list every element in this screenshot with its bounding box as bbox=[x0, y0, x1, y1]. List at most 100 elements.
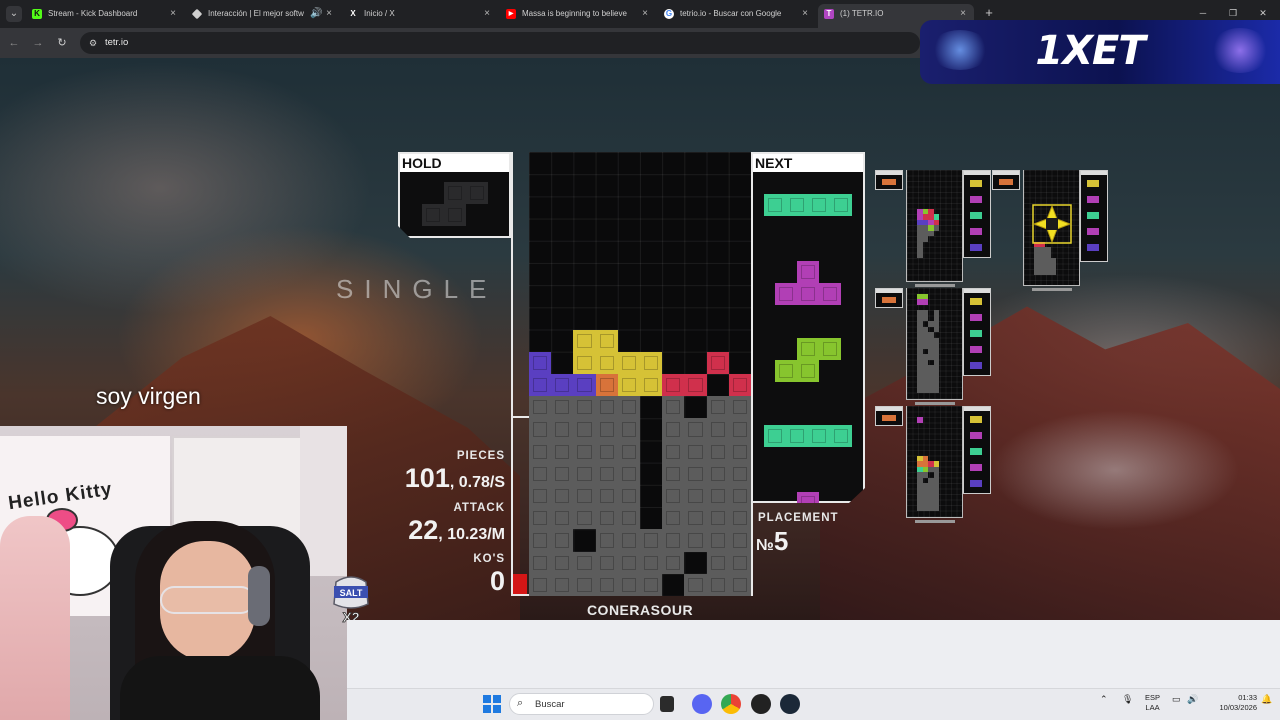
microphone-icon[interactable]: 🎙 bbox=[1122, 694, 1133, 705]
language-indicator[interactable]: ESP LAA bbox=[1145, 693, 1160, 713]
reload-icon[interactable]: ↻ bbox=[54, 35, 70, 51]
tab-close-icon[interactable]: × bbox=[800, 4, 810, 24]
board-cell bbox=[573, 374, 596, 397]
opponent-next-piece bbox=[1087, 228, 1099, 235]
garbage-cell bbox=[662, 418, 685, 441]
tab-x-inicio[interactable]: X Inicio / X × bbox=[342, 4, 498, 26]
target-star-icon bbox=[1032, 204, 1072, 244]
placement-prefix: № bbox=[756, 537, 774, 554]
tab-close-icon[interactable]: × bbox=[324, 4, 334, 24]
pieces-rate: 0.78/S bbox=[458, 474, 505, 491]
garbage-cell bbox=[640, 573, 663, 596]
site-info-icon[interactable]: ⚙ bbox=[87, 37, 99, 49]
new-tab-button[interactable]: + bbox=[982, 5, 996, 21]
discord-icon[interactable] bbox=[692, 694, 712, 714]
garbage-cell bbox=[706, 396, 729, 419]
taskbar-clock[interactable]: 01:33 10/03/2026 bbox=[1205, 693, 1257, 713]
sponsor-logo: 1XET bbox=[1035, 28, 1145, 74]
tab-close-icon[interactable]: × bbox=[640, 4, 650, 24]
diamond-icon bbox=[191, 8, 203, 20]
garbage-cell bbox=[728, 551, 751, 574]
garbage-cell bbox=[706, 485, 729, 508]
back-icon[interactable]: ← bbox=[6, 35, 22, 51]
next-queue: NEXT bbox=[751, 152, 865, 503]
garbage-cell bbox=[551, 551, 574, 574]
notification-icon[interactable]: 🔔 bbox=[1261, 694, 1272, 705]
garbage-cell bbox=[595, 529, 618, 552]
steam-icon[interactable] bbox=[780, 694, 800, 714]
pieces-stat: 101, 0.78/S bbox=[405, 463, 505, 494]
opponent-cell bbox=[928, 230, 934, 236]
obs-icon[interactable] bbox=[751, 694, 771, 714]
pieces-value: 101 bbox=[404, 463, 450, 493]
close-window-icon[interactable]: ✕ bbox=[1256, 6, 1270, 20]
tab-youtube-massa[interactable]: ▶ Massa is beginning to believe × bbox=[500, 4, 656, 26]
garbage-cell bbox=[617, 529, 640, 552]
volume-icon[interactable]: 🔊 bbox=[1187, 694, 1198, 705]
stat-separator: , bbox=[438, 526, 448, 543]
taskbar-search[interactable]: ⌕ Buscar bbox=[509, 693, 654, 715]
attack-stat: 22, 10.23/M bbox=[408, 515, 505, 546]
hold-piece-cell bbox=[444, 182, 466, 204]
board-cell bbox=[529, 374, 552, 397]
garbage-cell bbox=[640, 551, 663, 574]
keyboard-layout: LAA bbox=[1145, 703, 1160, 712]
opponent-name-strip bbox=[915, 520, 955, 523]
garbage-cell bbox=[662, 440, 685, 463]
opponent-cell bbox=[922, 299, 928, 305]
address-bar[interactable]: ⚙ tetr.io bbox=[80, 32, 920, 54]
forward-icon[interactable]: → bbox=[30, 35, 46, 51]
attack-rate: 10.23/M bbox=[447, 526, 505, 543]
game-board bbox=[529, 152, 751, 596]
start-logo-square bbox=[483, 705, 491, 713]
tab-search-button[interactable]: ⌄ bbox=[6, 6, 22, 22]
next-piece-cell bbox=[797, 261, 819, 283]
opponent-next-piece bbox=[1087, 196, 1099, 203]
garbage-cell bbox=[551, 418, 574, 441]
garbage-cell bbox=[706, 462, 729, 485]
opponent-cell bbox=[922, 236, 928, 242]
garbage-cell bbox=[684, 418, 707, 441]
chrome-icon[interactable] bbox=[721, 694, 741, 714]
garbage-cell bbox=[573, 507, 596, 530]
tab-google-search[interactable]: G tetrio.io - Buscar con Google × bbox=[658, 4, 816, 26]
garbage-cell bbox=[684, 529, 707, 552]
windows-start-icon[interactable] bbox=[483, 695, 501, 713]
opponent-hold-piece bbox=[999, 179, 1013, 185]
next-piece-cell bbox=[786, 194, 808, 216]
next-piece-cell bbox=[764, 194, 786, 216]
opponent-next-piece bbox=[970, 416, 982, 423]
garbage-cell bbox=[706, 529, 729, 552]
tab-interaccion[interactable]: Interacción | El mejor softw 🔊 × bbox=[186, 4, 340, 26]
opponent-name-strip bbox=[1032, 288, 1072, 291]
restore-icon[interactable]: ❐ bbox=[1226, 6, 1240, 20]
opponent-cell bbox=[1050, 269, 1056, 275]
url-text[interactable]: tetr.io bbox=[105, 32, 128, 54]
tab-close-icon[interactable]: × bbox=[482, 4, 492, 24]
opponent-hold-piece bbox=[882, 297, 896, 303]
attack-label: ATTACK bbox=[453, 502, 505, 514]
garbage-cell bbox=[595, 440, 618, 463]
opponent-next-piece bbox=[970, 180, 982, 187]
opponent-next-piece bbox=[970, 464, 982, 471]
tab-close-icon[interactable]: × bbox=[168, 4, 178, 24]
garbage-cell bbox=[662, 462, 685, 485]
garbage-cell bbox=[706, 551, 729, 574]
task-view-icon[interactable] bbox=[660, 696, 674, 712]
sponsor-banner[interactable]: 1XET bbox=[920, 20, 1280, 84]
board-cell bbox=[640, 351, 663, 374]
speaker-icon[interactable]: 🔊 bbox=[310, 4, 322, 24]
chevron-up-icon[interactable]: ⌃ bbox=[1100, 694, 1108, 705]
board-cell bbox=[529, 351, 552, 374]
garbage-cell bbox=[640, 529, 663, 552]
search-placeholder: Buscar bbox=[535, 699, 565, 710]
tab-kick-dashboard[interactable]: K Stream - Kick Dashboard × bbox=[26, 4, 184, 26]
minimize-icon[interactable]: ─ bbox=[1196, 6, 1210, 20]
garbage-cell bbox=[529, 551, 552, 574]
opponent-board bbox=[906, 170, 963, 282]
garbage-cell bbox=[573, 485, 596, 508]
opponent-cell bbox=[917, 252, 923, 258]
network-icon[interactable]: ▭ bbox=[1172, 694, 1181, 705]
opponent-next-piece bbox=[970, 480, 982, 487]
opponent-cell bbox=[917, 417, 923, 423]
